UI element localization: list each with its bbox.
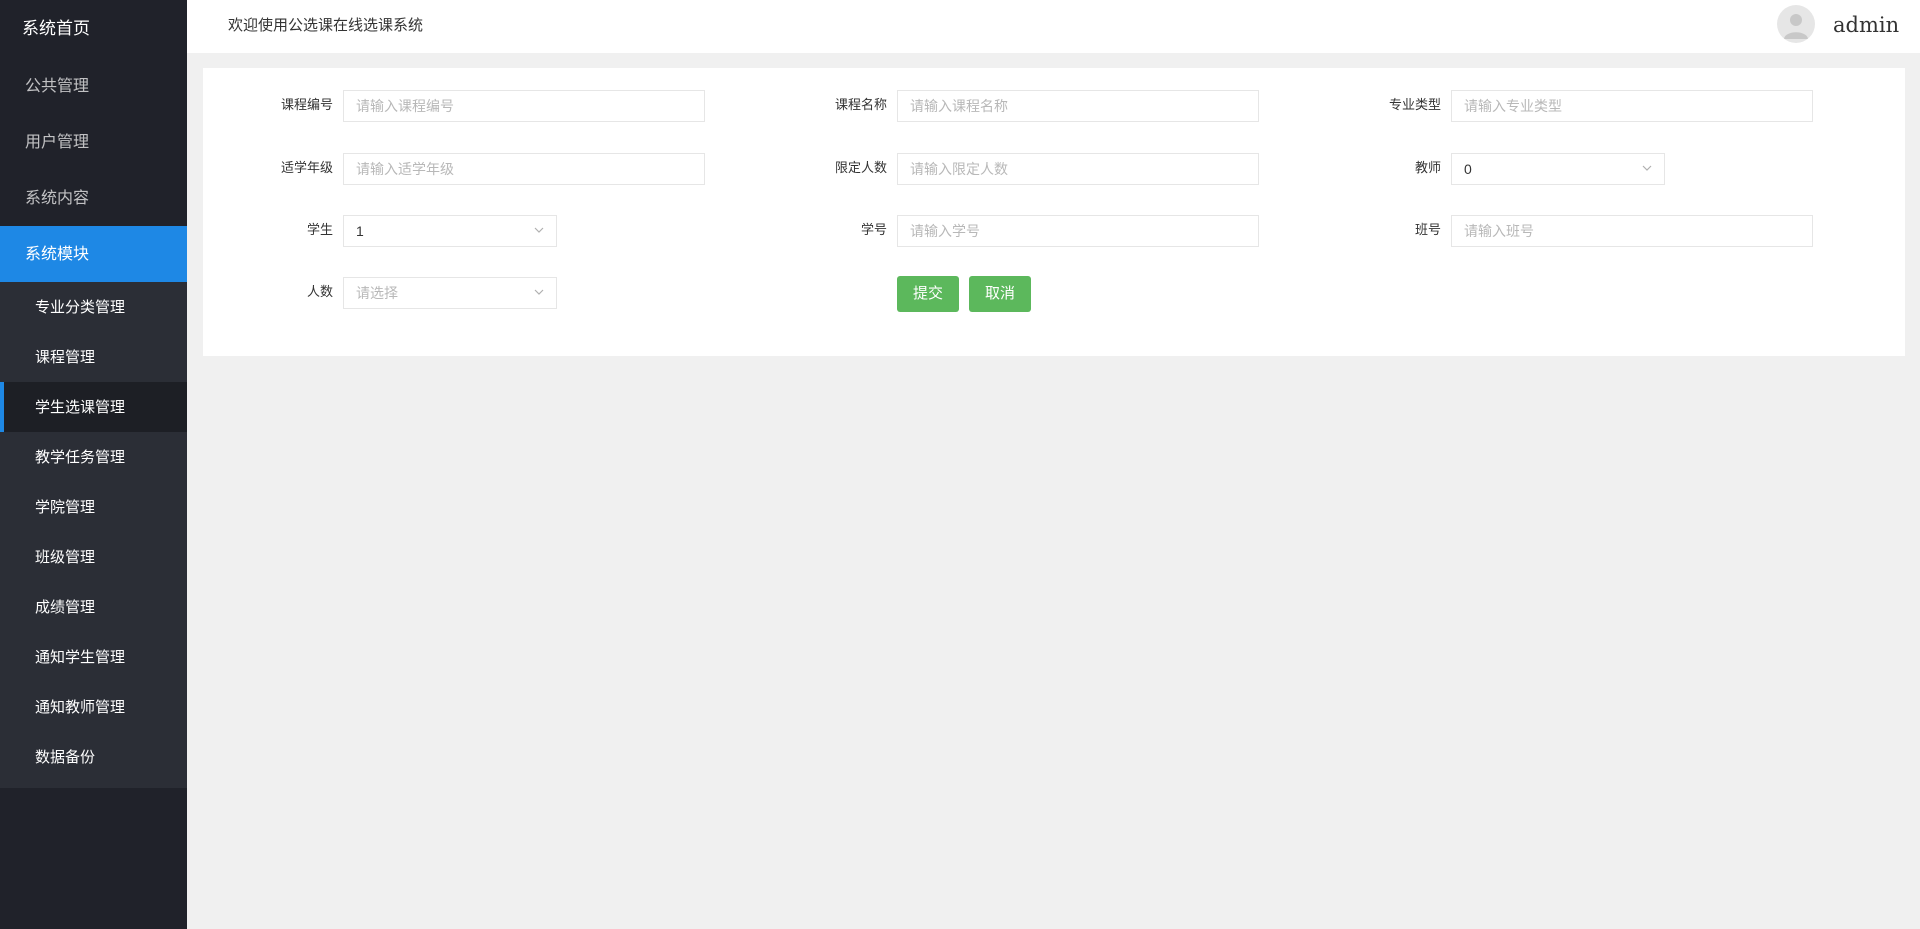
course-code-input[interactable]: 请输入课程编号: [343, 90, 705, 122]
teacher-select-value: 0: [1464, 161, 1472, 177]
course-selection-form: 课程编号 请输入课程编号 课程名称 请输入课程名称 专业类型 请输入专业类型 适…: [203, 68, 1905, 356]
sidebar-item-user-management[interactable]: 用户管理: [0, 114, 187, 170]
person-silhouette-icon: [1784, 14, 1808, 39]
chevron-down-icon: [534, 227, 544, 233]
major-type-input[interactable]: 请输入专业类型: [1451, 90, 1813, 122]
sidebar-item-system-modules[interactable]: 系统模块: [0, 226, 187, 282]
sidebar-item-public-management[interactable]: 公共管理: [0, 58, 187, 114]
sidebar-item-notify-teachers[interactable]: 通知教师管理: [0, 682, 187, 732]
sidebar-item-system-content[interactable]: 系统内容: [0, 170, 187, 226]
limit-count-input[interactable]: 请输入限定人数: [897, 153, 1259, 185]
class-no-label: 班号: [1414, 223, 1441, 238]
course-code-label: 课程编号: [280, 98, 333, 113]
class-no-input[interactable]: 请输入班号: [1451, 215, 1813, 247]
count-label: 人数: [306, 285, 333, 300]
course-name-label: 课程名称: [834, 98, 887, 113]
user-avatar-icon[interactable]: [1777, 5, 1815, 43]
count-select[interactable]: 请选择: [343, 277, 557, 309]
sidebar-item-class[interactable]: 班级管理: [0, 532, 187, 582]
chevron-down-icon: [1642, 165, 1652, 171]
sidebar-item-college[interactable]: 学院管理: [0, 482, 187, 532]
top-header: 欢迎使用公选课在线选课系统 admin: [187, 0, 1920, 53]
welcome-text: 欢迎使用公选课在线选课系统: [228, 16, 424, 34]
sidebar: 系统首页 公共管理 用户管理 系统内容 系统模块 专业分类管理 课程管理 学生选…: [0, 0, 187, 929]
sidebar-item-notify-students[interactable]: 通知学生管理: [0, 632, 187, 682]
sidebar-item-teaching-task[interactable]: 教学任务管理: [0, 432, 187, 482]
grade-input[interactable]: 请输入适学年级: [343, 153, 705, 185]
student-select-value: 1: [356, 223, 364, 239]
teacher-label: 教师: [1414, 161, 1441, 176]
limit-count-label: 限定人数: [834, 161, 887, 176]
sidebar-item-course[interactable]: 课程管理: [0, 332, 187, 382]
sidebar-item-grades[interactable]: 成绩管理: [0, 582, 187, 632]
chevron-down-icon: [534, 289, 544, 295]
sidebar-item-major-category[interactable]: 专业分类管理: [0, 282, 187, 332]
sidebar-item-student-course-selection[interactable]: 学生选课管理: [0, 382, 187, 432]
grade-label: 适学年级: [280, 161, 333, 176]
sidebar-brand-home[interactable]: 系统首页: [0, 0, 187, 58]
student-label: 学生: [306, 223, 333, 238]
cancel-button[interactable]: 取消: [969, 276, 1031, 312]
student-select[interactable]: 1: [343, 215, 557, 247]
teacher-select[interactable]: 0: [1451, 153, 1665, 185]
course-name-input[interactable]: 请输入课程名称: [897, 90, 1259, 122]
sidebar-submenu: 专业分类管理 课程管理 学生选课管理 教学任务管理 学院管理 班级管理 成绩管理…: [0, 282, 187, 788]
submit-button[interactable]: 提交: [897, 276, 959, 312]
count-select-placeholder: 请选择: [356, 285, 398, 301]
sidebar-item-data-backup[interactable]: 数据备份: [0, 732, 187, 782]
major-type-label: 专业类型: [1388, 98, 1441, 113]
student-no-input[interactable]: 请输入学号: [897, 215, 1259, 247]
username[interactable]: admin: [1833, 0, 1899, 50]
student-no-label: 学号: [860, 223, 887, 238]
